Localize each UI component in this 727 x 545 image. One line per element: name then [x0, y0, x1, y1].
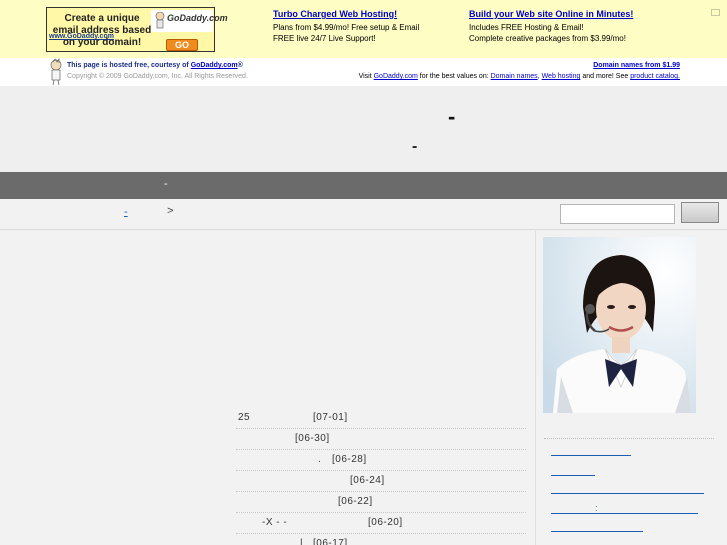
post-title[interactable]: . — [318, 454, 321, 465]
mascot-icon — [155, 11, 165, 29]
ad-line: FREE live 24/7 Live Support! — [273, 34, 376, 43]
site-header: - - — [0, 86, 727, 172]
post-date: [06-30] — [295, 433, 330, 444]
visit-mid: for the best values on: — [417, 73, 491, 80]
visit-godaddy-line: Visit GoDaddy.com for the best values on… — [359, 73, 680, 80]
post-date: [06-28] — [332, 454, 367, 465]
customer-service-image — [543, 237, 696, 413]
post-title[interactable]: | — [300, 538, 303, 545]
godaddy-link[interactable]: GoDaddy.com — [191, 62, 238, 69]
godaddy-logo-text: GoDaddy.com — [167, 13, 228, 23]
sidebar-link[interactable] — [551, 531, 643, 532]
registered-mark: ® — [237, 62, 243, 69]
breadcrumb: - > — [0, 199, 727, 230]
domain-names-link-2[interactable]: Domain names — [491, 73, 538, 80]
sidebar-divider-line — [544, 438, 714, 439]
hosted-by-bar: This page is hosted free, courtesy of Go… — [0, 58, 727, 86]
post-item[interactable]: [06-30] — [236, 429, 526, 450]
domain-names-link[interactable]: Domain names from $1.99 — [593, 62, 680, 69]
main-content: 25 [07-01] [06-30]. [06-28] [06-24] [06-22] -X… — [0, 231, 727, 545]
hosted-prefix: This page is hosted free, courtesy of — [67, 62, 191, 69]
post-date: [07-01] — [313, 412, 348, 423]
post-item[interactable]: . [06-28] — [236, 450, 526, 471]
recent-posts-list: 25 [07-01] [06-30]. [06-28] [06-24] [06-22] -X… — [236, 408, 526, 545]
product-catalog-link[interactable]: product catalog. — [630, 73, 680, 80]
post-item[interactable]: | [06-17] — [236, 534, 526, 545]
godaddy-email-ad[interactable]: Create a unique email address based on y… — [46, 7, 228, 52]
web-hosting-ad: Turbo Charged Web Hosting! Plans from $4… — [273, 9, 419, 44]
post-item[interactable]: 25 [07-01] — [236, 408, 526, 429]
hosting-banner: Create a unique email address based on y… — [0, 0, 727, 58]
ad-line: Includes FREE Hosting & Email! — [469, 23, 584, 32]
post-date: [06-20] — [368, 517, 403, 528]
sidebar-divider — [535, 231, 536, 545]
website-builder-ad: Build your Web site Online in Minutes! I… — [469, 9, 633, 44]
ad-headline: Create a unique email address based on y… — [52, 13, 152, 48]
nav-item[interactable]: - — [164, 178, 168, 190]
customer-service-photo — [543, 237, 696, 413]
copyright-text: Copyright © 2009 GoDaddy.com, Inc. All R… — [67, 73, 248, 80]
sidebar-link[interactable] — [551, 493, 704, 494]
site-title[interactable]: - — [448, 104, 455, 130]
ad-line: Complete creative packages from $3.99/mo… — [469, 34, 626, 43]
hosted-notice: This page is hosted free, courtesy of Go… — [67, 62, 243, 69]
sidebar-link[interactable] — [551, 513, 698, 514]
sidebar-colon: : — [595, 503, 598, 513]
expand-icon[interactable] — [711, 9, 720, 16]
site-subtitle: - — [412, 138, 418, 155]
post-title[interactable]: 25 — [238, 412, 250, 423]
go-button[interactable]: GO — [166, 39, 198, 51]
breadcrumb-link[interactable]: - — [124, 206, 128, 218]
breadcrumb-separator: > — [167, 205, 174, 217]
godaddy-mascot-icon — [50, 58, 62, 86]
main-nav: - — [0, 172, 727, 199]
post-item[interactable]: [06-24] — [236, 471, 526, 492]
post-date: [06-17] — [313, 538, 348, 545]
ad-line: Plans from $4.99/mo! Free setup & Email — [273, 23, 420, 32]
visit-more: and more! See — [580, 73, 631, 80]
web-hosting-link-2[interactable]: Web hosting — [542, 73, 581, 80]
search-button[interactable] — [681, 202, 719, 223]
website-builder-link[interactable]: Build your Web site Online in Minutes! — [469, 9, 633, 20]
post-title[interactable]: -X - - — [262, 517, 287, 528]
visit-godaddy-link[interactable]: GoDaddy.com — [374, 73, 418, 80]
post-date: [06-22] — [338, 496, 373, 507]
post-item[interactable]: -X - - [06-20] — [236, 513, 526, 534]
sidebar-link[interactable] — [551, 475, 595, 476]
visit-prefix: Visit — [358, 73, 374, 80]
sidebar-link[interactable] — [551, 455, 631, 456]
web-hosting-link[interactable]: Turbo Charged Web Hosting! — [273, 9, 419, 20]
godaddy-url: www.GoDaddy.com — [49, 33, 114, 40]
post-item[interactable]: [06-22] — [236, 492, 526, 513]
post-date: [06-24] — [350, 475, 385, 486]
search-input[interactable] — [560, 204, 675, 224]
